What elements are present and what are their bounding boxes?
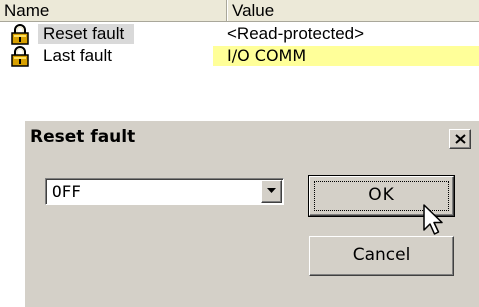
dialog-title: Reset fault [30,127,136,147]
padlock-icon [10,24,30,45]
property-name: Reset fault [38,24,135,44]
cancel-button[interactable]: Cancel [309,236,454,276]
column-header-value[interactable]: Value [227,0,479,21]
column-header-name[interactable]: Name [0,0,227,21]
dialog-titlebar[interactable]: Reset fault [26,123,479,152]
close-button[interactable] [449,129,471,149]
reset-fault-dialog: Reset fault OFF OK Cancel [24,120,479,307]
cancel-button-label: Cancel [352,245,411,265]
property-value: I/O COMM [213,46,479,66]
close-icon [455,134,466,144]
property-row-reset-fault[interactable]: Reset fault <Read-protected> [0,23,479,45]
padlock-icon [10,46,30,67]
chevron-down-icon [267,188,276,193]
dropdown-button[interactable] [261,180,282,203]
property-value: <Read-protected> [227,24,365,43]
select-value: OFF [52,182,81,201]
ok-button-label: OK [368,185,395,205]
list-header: Name Value [0,0,479,22]
fault-value-select[interactable]: OFF [45,178,284,205]
property-row-last-fault[interactable]: Last fault I/O COMM [0,45,479,67]
property-name: Last fault [43,46,112,65]
mouse-pointer-icon [423,204,443,235]
